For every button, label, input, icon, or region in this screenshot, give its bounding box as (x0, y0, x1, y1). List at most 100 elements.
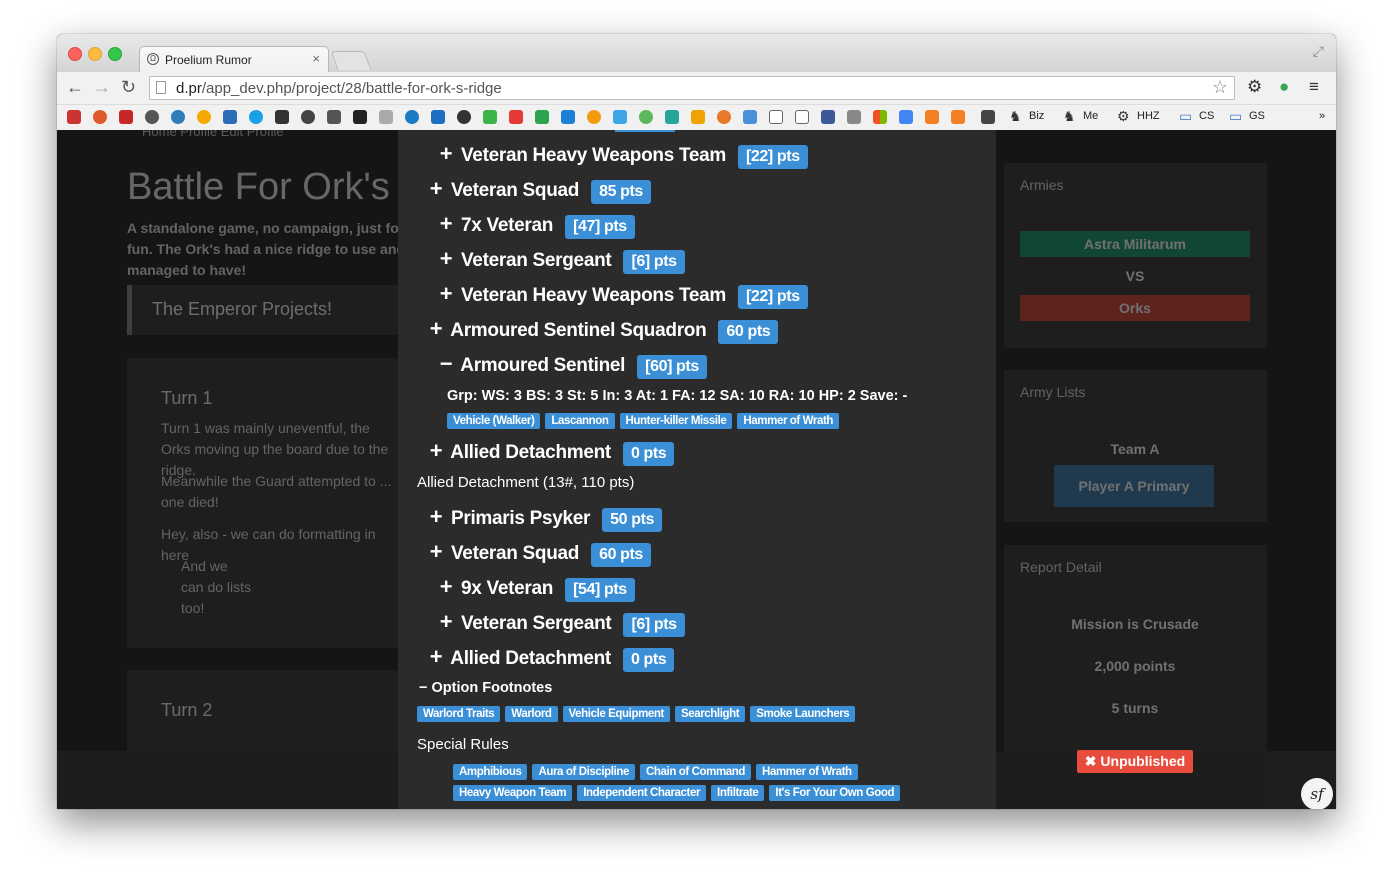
rule-tag[interactable]: Hunter-killer Missile (619, 413, 733, 429)
bookmark-icon[interactable] (353, 110, 367, 124)
bookmark-icon[interactable] (405, 110, 419, 124)
bookmark-icon[interactable] (951, 110, 965, 124)
bookmark-icon[interactable] (197, 110, 211, 124)
extension-icon[interactable]: ● (1279, 77, 1289, 97)
browser-tab[interactable]: Ω Proelium Rumor × (139, 46, 329, 72)
unit-row[interactable]: + Allied Detachment 0 pts (426, 644, 675, 672)
minimize-window-button[interactable] (88, 47, 102, 61)
rule-tag[interactable]: Searchlight (674, 706, 746, 722)
bookmark-icon[interactable] (483, 110, 497, 124)
points-badge: 60 pts (718, 320, 779, 344)
footnote-tags: Warlord Traits Warlord Vehicle Equipment Se… (417, 706, 860, 722)
symfony-toolbar-icon[interactable]: sf (1301, 778, 1333, 809)
unit-row[interactable]: + Veteran Heavy Weapons Team [22] pts (436, 141, 808, 169)
player-button[interactable]: Player A Primary (1054, 465, 1214, 507)
bookmarks-bar: ♞ Biz ♞ Me ⚙ HHZ ▭ CS ▭ GS » (57, 105, 1336, 131)
unit-row[interactable]: + Primaris Psyker 50 pts (426, 504, 662, 532)
rule-tag[interactable]: It's For Your Own Good (769, 785, 901, 801)
bookmark-folder-cs[interactable]: CS (1199, 110, 1214, 122)
forward-icon[interactable]: → (93, 77, 111, 98)
bookmark-icon[interactable] (171, 110, 185, 124)
background-nav: Home Profile Edit Profile (142, 130, 284, 139)
bookmark-icon[interactable] (145, 110, 159, 124)
unit-row[interactable]: − Armoured Sentinel [60] pts (436, 351, 707, 379)
bookmark-biz[interactable]: Biz (1029, 110, 1044, 122)
unit-row[interactable]: + Veteran Squad 60 pts (426, 539, 651, 567)
unit-row[interactable]: + 7x Veteran [47] pts (436, 211, 635, 239)
bookmark-icon[interactable] (613, 110, 627, 124)
unit-row[interactable]: + Allied Detachment 0 pts (426, 438, 675, 466)
unit-row[interactable]: + Veteran Heavy Weapons Team [22] pts (436, 281, 808, 309)
bookmark-icon[interactable] (795, 110, 809, 124)
rule-tag[interactable]: Vehicle (Walker) (447, 413, 541, 429)
bookmark-icon[interactable] (925, 110, 939, 124)
panel-heading: Army Lists (1020, 384, 1086, 400)
url-text[interactable]: d.pr/app_dev.php/project/28/battle-for-o… (176, 80, 502, 97)
bookmark-icon[interactable] (67, 110, 81, 124)
rule-tag[interactable]: Amphibious (453, 764, 528, 780)
rule-tag[interactable]: Smoke Launchers (750, 706, 856, 722)
bookmark-icon[interactable] (769, 110, 783, 124)
zoom-window-button[interactable] (108, 47, 122, 61)
bookmark-icon[interactable] (275, 110, 289, 124)
bookmark-icon[interactable] (119, 110, 133, 124)
close-window-button[interactable] (68, 47, 82, 61)
rule-tag[interactable]: Vehicle Equipment (562, 706, 670, 722)
new-tab-button[interactable] (330, 51, 372, 70)
bookmark-me[interactable]: Me (1083, 110, 1098, 122)
unit-row[interactable]: + 9x Veteran [54] pts (436, 574, 635, 602)
rule-tag[interactable]: Hammer of Wrath (756, 764, 858, 780)
rule-tag[interactable]: Warlord Traits (417, 706, 501, 722)
reload-icon[interactable]: ↻ (121, 77, 136, 98)
rule-tag[interactable]: Aura of Discipline (532, 764, 636, 780)
bookmark-star-icon[interactable]: ☆ (1212, 77, 1228, 98)
bookmark-icon[interactable] (981, 110, 995, 124)
fullscreen-icon[interactable]: ⤢ (1313, 43, 1324, 60)
bookmark-icon[interactable] (899, 110, 913, 124)
bookmark-icon[interactable] (873, 110, 887, 124)
bookmarks-overflow-button[interactable]: » (1319, 110, 1325, 122)
rule-tag[interactable]: Heavy Weapon Team (453, 785, 573, 801)
bookmark-hhz[interactable]: HHZ (1137, 110, 1160, 122)
rule-tag[interactable]: Infiltrate (711, 785, 765, 801)
page-description: A standalone game, no campaign, just for… (127, 220, 405, 278)
points-badge: [54] pts (565, 578, 635, 602)
points-badge: [47] pts (565, 215, 635, 239)
bookmark-icon[interactable] (821, 110, 835, 124)
menu-icon[interactable]: ≡ (1309, 77, 1319, 97)
unit-row[interactable]: + Veteran Sergeant [6] pts (436, 246, 685, 274)
bookmark-icon[interactable] (639, 110, 653, 124)
bookmark-icon[interactable] (847, 110, 861, 124)
bookmark-icon[interactable] (561, 110, 575, 124)
rule-tag[interactable]: Lascannon (545, 413, 615, 429)
bookmark-icon[interactable] (743, 110, 757, 124)
back-icon[interactable]: ← (66, 77, 84, 98)
bookmark-icon[interactable] (301, 110, 315, 124)
option-footnotes-toggle[interactable]: − Option Footnotes (419, 680, 552, 696)
unit-row[interactable]: + Armoured Sentinel Squadron 60 pts (426, 316, 779, 344)
bookmark-icon[interactable] (587, 110, 601, 124)
bookmark-icon[interactable] (509, 110, 523, 124)
bookmark-icon[interactable] (665, 110, 679, 124)
bookmark-icon[interactable] (535, 110, 549, 124)
bookmark-icon[interactable] (327, 110, 341, 124)
rule-tag[interactable]: Hammer of Wrath (737, 413, 840, 429)
bookmark-icon[interactable] (379, 110, 393, 124)
bookmark-icon[interactable] (717, 110, 731, 124)
unit-row[interactable]: + Veteran Sergeant [6] pts (436, 609, 685, 637)
bookmark-icon[interactable] (431, 110, 445, 124)
unpublished-badge[interactable]: ✖ Unpublished (1077, 750, 1193, 773)
bookmark-icon[interactable] (223, 110, 237, 124)
bookmark-icon[interactable] (457, 110, 471, 124)
unit-row[interactable]: + Veteran Squad 85 pts (426, 176, 651, 204)
bookmark-icon[interactable] (691, 110, 705, 124)
gear-icon[interactable]: ⚙ (1247, 77, 1262, 97)
address-bar[interactable]: d.pr/app_dev.php/project/28/battle-for-o… (149, 76, 1235, 100)
tab-close-icon[interactable]: × (312, 51, 320, 66)
rule-tag[interactable]: Independent Character (577, 785, 707, 801)
bookmark-icon[interactable] (93, 110, 107, 124)
bookmark-folder-gs[interactable]: GS (1249, 110, 1265, 122)
bookmark-icon[interactable] (249, 110, 263, 124)
rule-tag[interactable]: Warlord (505, 706, 558, 722)
rule-tag[interactable]: Chain of Command (640, 764, 752, 780)
